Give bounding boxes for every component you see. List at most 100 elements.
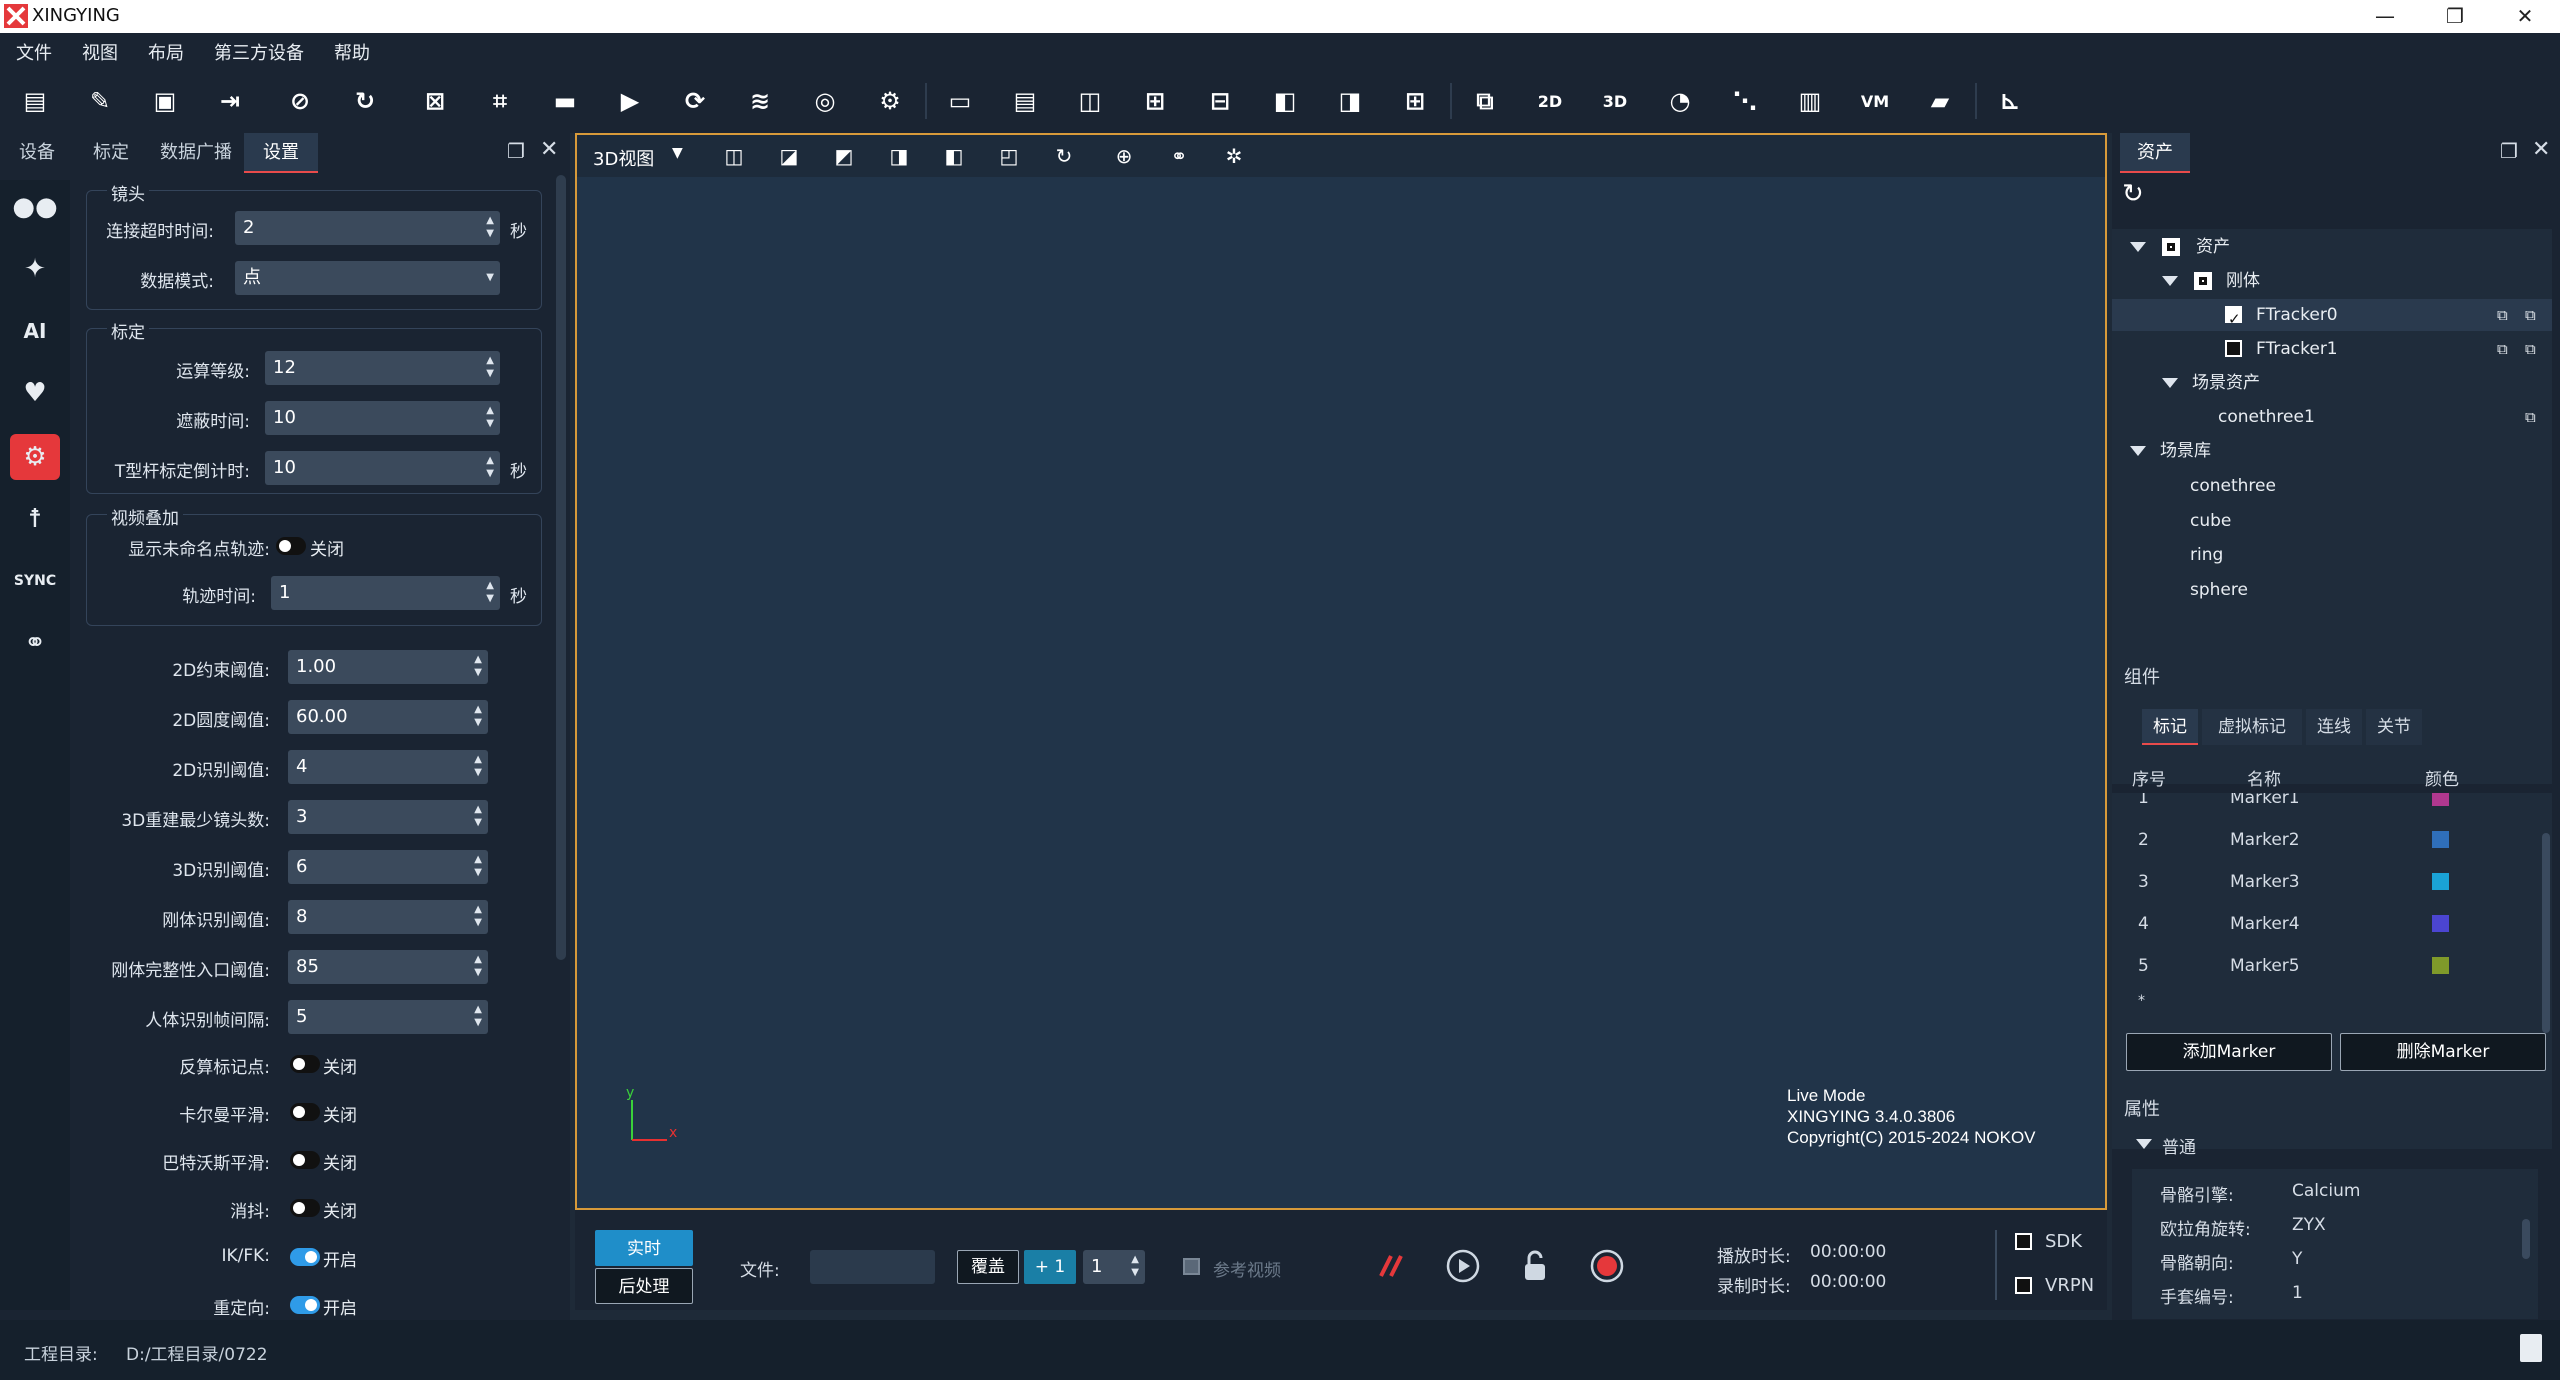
plus-one-button[interactable]: + 1 — [1024, 1250, 1076, 1284]
tree-row-scene-lib[interactable]: 场景库 — [2112, 435, 2552, 467]
ai-icon[interactable]: AI — [10, 308, 60, 354]
tab-joints[interactable]: 关节 — [2366, 709, 2422, 745]
wifi-icon[interactable]: ◎ — [805, 81, 845, 121]
capture-icon[interactable]: ⧉ — [1465, 81, 1505, 121]
tree-row-rigid[interactable]: 刚体 — [2112, 265, 2552, 297]
save-as-icon[interactable]: ⇥ — [210, 81, 250, 121]
new-row-marker[interactable]: * — [2138, 993, 2145, 1009]
layers-icon[interactable]: ≋ — [740, 81, 780, 121]
calc-level-input[interactable]: 12 ▲ ▼ — [265, 351, 500, 385]
marker-color-swatch[interactable] — [2432, 873, 2449, 890]
2d-icon[interactable]: 2D — [1530, 81, 1570, 121]
prop-value[interactable]: Calcium — [2292, 1181, 2360, 1201]
view-bottom-icon[interactable]: ◰ — [992, 141, 1026, 171]
rec2d-input[interactable]: 4 ▲ ▼ — [288, 750, 488, 784]
close-button[interactable]: ✕ — [2490, 0, 2560, 33]
layout7-icon[interactable]: ◨ — [1330, 81, 1370, 121]
marker-color-swatch[interactable] — [2432, 793, 2449, 806]
layout6-icon[interactable]: ◧ — [1265, 81, 1305, 121]
measure-icon[interactable]: ▬ — [545, 81, 585, 121]
settings-gear-icon[interactable]: ⚙ — [10, 434, 60, 480]
conn-timeout-input[interactable]: 2 ▲ ▼ — [235, 211, 500, 245]
occlude-input[interactable]: 10 ▲ ▼ — [265, 401, 500, 435]
vm-icon[interactable]: VM — [1855, 81, 1895, 121]
delete-marker-button[interactable]: 删除Marker — [2340, 1033, 2546, 1071]
view-mode-select[interactable]: 3D视图 — [593, 145, 654, 171]
round2d-input[interactable]: 60.00 ▲ ▼ — [288, 700, 488, 734]
float-icon[interactable]: ❐ — [2500, 139, 2518, 163]
realtime-button[interactable]: 实时 — [595, 1230, 693, 1266]
rigid-entry-input[interactable]: 85 ▲ ▼ — [288, 950, 488, 984]
view-front-icon[interactable]: ◫ — [717, 141, 751, 171]
devices-icon[interactable]: ●● — [10, 184, 60, 230]
tree-row-assets[interactable]: 资产 — [2112, 231, 2552, 263]
vrpn-checkbox[interactable] — [2015, 1277, 2032, 1294]
unlock-icon[interactable] — [1517, 1248, 1553, 1284]
tree-row-scene-assets[interactable]: 场景资产 — [2112, 367, 2552, 399]
tbar-input[interactable]: 10 ▲ ▼ — [265, 451, 500, 485]
marker-color-swatch[interactable] — [2432, 957, 2449, 974]
view-left-icon[interactable]: ◩ — [827, 141, 861, 171]
settings-icon[interactable]: ⚙ — [870, 81, 910, 121]
link-icon[interactable] — [1373, 1248, 1409, 1284]
rec3d-input[interactable]: 6 ▲ ▼ — [288, 850, 488, 884]
tab-settings[interactable]: 设置 — [244, 133, 318, 173]
layout5-icon[interactable]: ⊟ — [1200, 81, 1240, 121]
c2d-input[interactable]: 1.00 ▲ ▼ — [288, 650, 488, 684]
min3d-input[interactable]: 3 ▲ ▼ — [288, 800, 488, 834]
menu-layout[interactable]: 布局 — [148, 39, 184, 65]
trace-input[interactable]: 1 ▲ ▼ — [271, 576, 500, 610]
ikfk-toggle[interactable] — [290, 1248, 320, 1266]
3d-icon[interactable]: 3D — [1595, 81, 1635, 121]
export-icon[interactable]: ▰ — [1920, 81, 1960, 121]
layout4-icon[interactable]: ⊞ — [1135, 81, 1175, 121]
marker-row[interactable]: 3 Marker3 — [2112, 867, 2532, 897]
video-icon[interactable]: ▶ — [610, 81, 650, 121]
file-input[interactable] — [810, 1250, 935, 1284]
tree-row-lib-item[interactable]: sphere — [2112, 574, 2552, 606]
tab-links[interactable]: 连线 — [2306, 709, 2362, 745]
float-icon[interactable]: ❐ — [507, 139, 525, 163]
layout8-icon[interactable]: ⊞ — [1395, 81, 1435, 121]
add-marker-button[interactable]: 添加Marker — [2126, 1033, 2332, 1071]
sync-icon[interactable]: SYNC — [10, 558, 60, 604]
document-icon[interactable] — [2520, 1334, 2542, 1362]
vehicle-icon[interactable]: ⚭ — [10, 620, 60, 666]
view-right-icon[interactable]: ◨ — [882, 141, 916, 171]
replay-icon[interactable]: ⟳ — [675, 81, 715, 121]
speed-icon[interactable]: ◔ — [1660, 81, 1700, 121]
marker-color-swatch[interactable] — [2432, 915, 2449, 932]
data-mode-select[interactable]: 点 ▼ — [235, 261, 500, 295]
count-input[interactable]: 1 ▲ ▼ — [1083, 1250, 1145, 1284]
show-unnamed-toggle[interactable] — [276, 537, 306, 555]
prop-value[interactable]: ZYX — [2292, 1215, 2326, 1235]
marker-scrollbar[interactable] — [2542, 833, 2550, 1033]
left-scrollbar[interactable] — [556, 175, 566, 960]
fit-icon[interactable]: ⌗ — [480, 81, 520, 121]
record-icon[interactable] — [1589, 1248, 1625, 1284]
tree-row-lib-item[interactable]: cube — [2112, 505, 2552, 537]
heart-icon[interactable]: ♥ — [10, 370, 60, 416]
marker-row[interactable]: 5 Marker5 — [2112, 951, 2532, 981]
human-icon[interactable]: ☨ — [10, 496, 60, 542]
marker-view-icon[interactable]: ✲ — [1217, 141, 1251, 171]
tree-row-lib-item[interactable]: conethree — [2112, 470, 2552, 502]
tab-device[interactable]: 设备 — [0, 133, 74, 173]
layout1-icon[interactable]: ▭ — [940, 81, 980, 121]
chart-icon[interactable]: ▥ — [1790, 81, 1830, 121]
props-scrollbar[interactable] — [2522, 1219, 2530, 1259]
inverse-toggle[interactable] — [290, 1055, 320, 1073]
ruler-icon[interactable]: ✎ — [80, 81, 120, 121]
kalman-toggle[interactable] — [290, 1103, 320, 1121]
save-icon[interactable]: ▣ — [145, 81, 185, 121]
postprocess-button[interactable]: 后处理 — [595, 1268, 693, 1304]
vehicle-view-icon[interactable]: ⚭ — [1162, 141, 1196, 171]
tree-row-conethree1[interactable]: conethree1 ⧉ — [2112, 401, 2552, 433]
retarget-toggle[interactable] — [290, 1296, 320, 1314]
rigid-input[interactable]: 8 ▲ ▼ — [288, 900, 488, 934]
open-icon[interactable]: ▤ — [15, 81, 55, 121]
sdk-checkbox[interactable] — [2015, 1233, 2032, 1250]
tab-virtual-markers[interactable]: 虚拟标记 — [2202, 709, 2302, 745]
rigid-body-icon[interactable]: ✦ — [10, 246, 60, 292]
view-back-icon[interactable]: ◪ — [772, 141, 806, 171]
